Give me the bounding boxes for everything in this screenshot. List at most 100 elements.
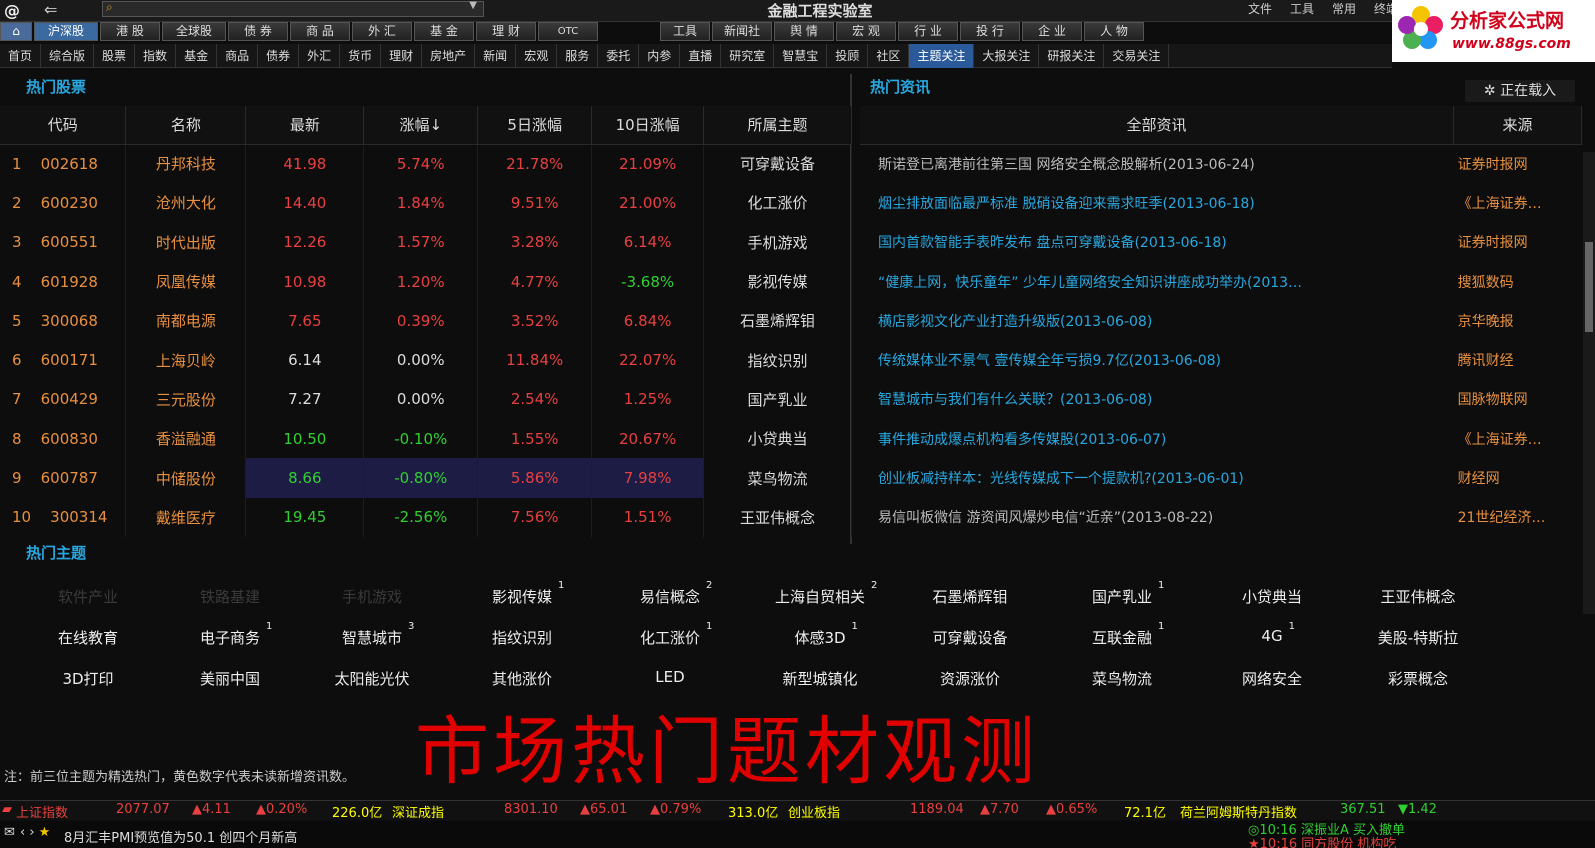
nav-item-21[interactable]: 主题关注 <box>909 44 975 68</box>
tab-global[interactable]: 全球股 <box>162 22 226 41</box>
topic-item[interactable]: 美股-特斯拉 <box>1348 627 1488 648</box>
cell-name[interactable]: 戴维医疗 <box>125 497 247 537</box>
prev-next-icon[interactable]: ‹ › ★ <box>20 825 50 840</box>
table-row[interactable]: 3 600551 时代出版 12.26 1.57% 3.28% 6.14% 手机游戏 <box>0 222 852 262</box>
menu-file[interactable]: 文件 <box>1248 0 1272 17</box>
topic-item[interactable]: 4G 1 <box>1202 621 1342 645</box>
table-row[interactable]: 8 600830 香溢融通 10.50 -0.10% 1.55% 20.67% 小贷典当 <box>0 419 852 459</box>
nav-item-17[interactable]: 研究室 <box>721 44 775 68</box>
topic-item[interactable]: 互联金融 1 <box>1052 621 1192 648</box>
table-row[interactable]: 10 300314 戴维医疗 19.45 -2.56% 7.56% 1.51% 王亚伟概念 <box>0 497 852 537</box>
search-input[interactable]: ⌕ ▼ <box>102 0 484 17</box>
cell-name[interactable]: 沧州大化 <box>125 183 247 223</box>
cell-name[interactable]: 香溢融通 <box>125 419 247 459</box>
tab-sentiment[interactable]: 舆 情 <box>774 22 834 41</box>
nav-item-22[interactable]: 大报关注 <box>974 44 1040 68</box>
news-title-link[interactable]: 横店影视文化产业打造升级版(2013-06-08) <box>860 301 1454 340</box>
col-source[interactable]: 来源 <box>1453 106 1582 145</box>
cell-theme[interactable]: 化工涨价 <box>703 183 852 223</box>
topic-item[interactable]: 化工涨价 1 <box>600 621 740 648</box>
nav-item-1[interactable]: 综合版 <box>41 44 95 68</box>
table-row[interactable]: 1 002618 丹邦科技 41.98 5.74% 21.78% 21.09% 可穿戴设备 <box>0 144 852 184</box>
news-scrollbar[interactable] <box>1583 152 1595 614</box>
tab-newswire[interactable]: 新闻社 <box>712 22 772 41</box>
table-row[interactable]: 5 300068 南都电源 7.65 0.39% 3.52% 6.84% 石墨烯辉钼 <box>0 301 852 341</box>
col-code[interactable]: 代码 <box>0 106 127 145</box>
nav-item-10[interactable]: 房地产 <box>422 44 476 68</box>
cell-name[interactable]: 凤凰传媒 <box>125 261 247 302</box>
news-title-link[interactable]: 斯诺登已离港前往第三国 网络安全概念股解析(2013-06-24) <box>860 144 1454 183</box>
news-title-link[interactable]: “健康上网，快乐童年” 少年儿童网络安全知识讲座成功举办(2013… <box>860 262 1454 301</box>
cell-theme[interactable]: 国产乳业 <box>703 379 852 420</box>
table-row[interactable]: 4 601928 凤凰传媒 10.98 1.20% 4.77% -3.68% 影视传媒 <box>0 261 852 302</box>
news-title-link[interactable]: 智慧城市与我们有什么关联？(2013-06-08) <box>860 380 1454 419</box>
news-title-link[interactable]: 烟尘排放面临最严标准 脱硝设备迎来需求旺季(2013-06-18) <box>860 183 1454 222</box>
col-change[interactable]: 涨幅↓ <box>363 106 479 145</box>
cell-name[interactable]: 上海贝岭 <box>125 340 247 380</box>
topic-item[interactable]: 智慧城市 3 <box>302 621 442 648</box>
news-title-link[interactable]: 传统媒体业不景气 壹传媒全年亏损9.7亿(2013-06-08) <box>860 340 1454 379</box>
topic-item[interactable]: 王亚伟概念 <box>1348 586 1488 607</box>
table-row[interactable]: 创业板减持样本：光线传媒成下一个提款机?(2013-06-01) 财经网 <box>860 458 1582 497</box>
back-arrow-icon[interactable]: ⇐ <box>44 0 70 20</box>
topic-item[interactable]: 体感3D 1 <box>750 621 890 648</box>
cell-theme[interactable]: 影视传媒 <box>703 261 852 302</box>
nav-item-24[interactable]: 交易关注 <box>1104 44 1170 68</box>
table-row[interactable]: 2 600230 沧州大化 14.40 1.84% 9.51% 21.00% 化工涨价 <box>0 183 852 223</box>
tab-company[interactable]: 企 业 <box>1022 22 1082 41</box>
nav-item-14[interactable]: 委托 <box>598 44 640 68</box>
topic-item[interactable]: 菜鸟物流 <box>1052 668 1192 689</box>
topic-item[interactable]: 3D打印 <box>18 668 158 689</box>
topic-item[interactable]: 软件产业 <box>18 586 158 607</box>
topic-item[interactable]: 资源涨价 <box>900 668 1040 689</box>
table-row[interactable]: 斯诺登已离港前往第三国 网络安全概念股解析(2013-06-24) 证券时报网 <box>860 144 1582 183</box>
nav-item-8[interactable]: 货币 <box>340 44 382 68</box>
topic-item[interactable]: 上海自贸相关 2 <box>750 580 890 607</box>
topic-item[interactable]: 其他涨价 <box>452 668 592 689</box>
col-5day[interactable]: 5日涨幅 <box>477 106 593 145</box>
table-row[interactable]: 智慧城市与我们有什么关联？(2013-06-08) 国脉物联网 <box>860 380 1582 419</box>
topic-item[interactable]: 电子商务 1 <box>160 621 300 648</box>
topic-item[interactable]: 小贷典当 <box>1202 586 1342 607</box>
tab-bond[interactable]: 债 券 <box>228 22 288 41</box>
table-row[interactable]: 6 600171 上海贝岭 6.14 0.00% 11.84% 22.07% 指纹识别 <box>0 340 852 380</box>
nav-item-18[interactable]: 智慧宝 <box>774 44 828 68</box>
table-row[interactable]: 国内首款智能手表昨发布 盘点可穿戴设备(2013-06-18) 证券时报网 <box>860 223 1582 262</box>
col-theme[interactable]: 所属主题 <box>703 106 852 145</box>
nav-item-15[interactable]: 内参 <box>639 44 681 68</box>
nav-item-20[interactable]: 社区 <box>868 44 910 68</box>
tab-hk[interactable]: 港 股 <box>100 22 160 41</box>
news-title-link[interactable]: 创业板减持样本：光线传媒成下一个提款机?(2013-06-01) <box>860 458 1454 497</box>
home-icon[interactable]: ⌂ <box>0 22 32 41</box>
col-10day[interactable]: 10日涨幅 <box>591 106 705 145</box>
news-title-link[interactable]: 易信叫板微信 游资闻风爆炒电信“近亲”(2013-08-22) <box>860 498 1454 537</box>
cell-theme[interactable]: 可穿戴设备 <box>703 144 852 184</box>
tab-ibank[interactable]: 投 行 <box>960 22 1020 41</box>
topic-item[interactable]: 美丽中国 <box>160 668 300 689</box>
col-all-news[interactable]: 全部资讯 <box>860 106 1455 145</box>
table-row[interactable]: 事件推动成爆点机构看多传媒股(2013-06-07) 《上海证券… <box>860 419 1582 458</box>
nav-item-16[interactable]: 直播 <box>680 44 722 68</box>
topic-item[interactable]: 手机游戏 <box>302 586 442 607</box>
cell-name[interactable]: 南都电源 <box>125 301 247 341</box>
menu-common[interactable]: 常用 <box>1332 0 1356 17</box>
topic-item[interactable]: 网络安全 <box>1202 668 1342 689</box>
cell-theme[interactable]: 手机游戏 <box>703 222 852 262</box>
table-row[interactable]: 7 600429 三元股份 7.27 0.00% 2.54% 1.25% 国产乳业 <box>0 379 852 420</box>
nav-item-7[interactable]: 外汇 <box>299 44 341 68</box>
cell-theme[interactable]: 指纹识别 <box>703 340 852 380</box>
topic-item[interactable]: 铁路基建 <box>160 586 300 607</box>
news-title-link[interactable]: 事件推动成爆点机构看多传媒股(2013-06-07) <box>860 419 1454 458</box>
tab-otc[interactable]: OTC <box>538 22 598 41</box>
col-name[interactable]: 名称 <box>125 106 247 145</box>
tab-fund[interactable]: 基 金 <box>414 22 474 41</box>
topic-item[interactable]: 石墨烯辉钼 <box>900 586 1040 607</box>
cell-name[interactable]: 中储股份 <box>125 458 247 498</box>
table-row[interactable]: 横店影视文化产业打造升级版(2013-06-08) 京华晚报 <box>860 301 1582 340</box>
ticker-name-1[interactable]: 上证指数 <box>16 802 68 821</box>
nav-item-6[interactable]: 债券 <box>258 44 300 68</box>
tab-macro[interactable]: 宏 观 <box>836 22 896 41</box>
nav-item-3[interactable]: 指数 <box>135 44 177 68</box>
cell-theme[interactable]: 菜鸟物流 <box>703 458 852 498</box>
mail-icon[interactable]: ✉ <box>4 825 15 840</box>
